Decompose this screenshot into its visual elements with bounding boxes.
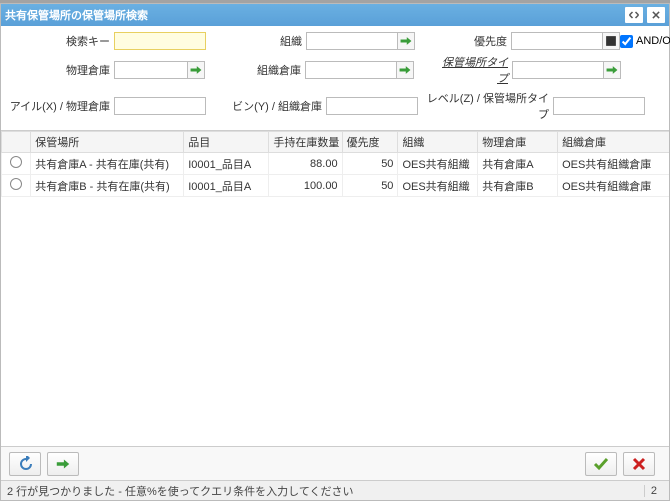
- row-radio[interactable]: [10, 178, 22, 190]
- aisle-label: アイル(X) / 物理倉庫: [9, 98, 114, 114]
- phys-wh-input[interactable]: [114, 61, 188, 79]
- search-key-input[interactable]: [114, 32, 206, 50]
- phys-wh-picker-icon[interactable]: [187, 61, 205, 79]
- col-org[interactable]: 組織: [398, 132, 478, 153]
- level-label: レベル(Z) / 保管場所タイプ: [418, 90, 553, 122]
- cell-qty: 100.00: [269, 175, 342, 197]
- org-wh-picker-icon[interactable]: [396, 61, 414, 79]
- col-priority[interactable]: 優先度: [342, 132, 398, 153]
- cell-org-wh: OES共有組織倉庫: [558, 153, 669, 175]
- cell-locator: 共有倉庫A - 共有在庫(共有): [31, 153, 184, 175]
- bin-input[interactable]: [326, 97, 418, 115]
- reset-button[interactable]: [47, 452, 79, 476]
- col-locator[interactable]: 保管場所: [31, 132, 184, 153]
- status-page: 2: [644, 485, 663, 497]
- dialog: 共有保管場所の保管場所検索 検索キー 組織 優先度 AND/OR: [0, 3, 670, 501]
- grid: 保管場所 品目 手持在庫数量 優先度 組織 物理倉庫 組織倉庫 保管場所タイプ …: [1, 130, 669, 470]
- andor-toggle[interactable]: AND/OR: [620, 35, 670, 48]
- col-phys-wh[interactable]: 物理倉庫: [478, 132, 558, 153]
- refresh-button[interactable]: [9, 452, 41, 476]
- andor-label: AND/OR: [636, 35, 670, 47]
- loc-type-label: 保管場所タイプ: [434, 54, 512, 86]
- search-area: 検索キー 組織 優先度 AND/OR 物理倉庫 組織倉庫: [1, 26, 669, 130]
- ok-button[interactable]: [585, 452, 617, 476]
- org-input[interactable]: [306, 32, 398, 50]
- loc-type-picker-icon[interactable]: [603, 61, 621, 79]
- org-label: 組織: [266, 33, 306, 49]
- grid-header-row: 保管場所 品目 手持在庫数量 優先度 組織 物理倉庫 組織倉庫 保管場所タイプ …: [2, 132, 670, 153]
- dialog-title: 共有保管場所の保管場所検索: [5, 7, 621, 23]
- cancel-button[interactable]: [623, 452, 655, 476]
- footer-bar: [1, 446, 669, 480]
- cell-org: OES共有組織: [398, 153, 478, 175]
- search-key-label: 検索キー: [9, 33, 114, 49]
- table-row[interactable]: 共有倉庫A - 共有在庫(共有)I0001_品目A88.0050OES共有組織共…: [2, 153, 670, 175]
- col-item[interactable]: 品目: [184, 132, 269, 153]
- org-wh-input[interactable]: [305, 61, 397, 79]
- priority-calc-icon[interactable]: [602, 32, 620, 50]
- cell-qty: 88.00: [269, 153, 342, 175]
- status-bar: 2 行が見つかりました - 任意%を使ってクエリ条件を入力してください 2: [1, 480, 669, 500]
- cell-phys-wh: 共有倉庫B: [478, 175, 558, 197]
- cell-phys-wh: 共有倉庫A: [478, 153, 558, 175]
- titlebar: 共有保管場所の保管場所検索: [1, 4, 669, 26]
- cell-item: I0001_品目A: [184, 175, 269, 197]
- col-qty[interactable]: 手持在庫数量: [269, 132, 342, 153]
- priority-label: 優先度: [465, 33, 511, 49]
- org-wh-label: 組織倉庫: [235, 62, 305, 78]
- priority-input[interactable]: [511, 32, 603, 50]
- phys-wh-label: 物理倉庫: [9, 62, 114, 78]
- org-picker-icon[interactable]: [397, 32, 415, 50]
- cell-priority: 50: [342, 153, 398, 175]
- bin-label: ビン(Y) / 組織倉庫: [216, 98, 326, 114]
- col-org-wh[interactable]: 組織倉庫: [558, 132, 669, 153]
- cell-org: OES共有組織: [398, 175, 478, 197]
- andor-checkbox[interactable]: [620, 35, 633, 48]
- expand-icon[interactable]: [625, 7, 643, 23]
- table-row[interactable]: 共有倉庫B - 共有在庫(共有)I0001_品目A100.0050OES共有組織…: [2, 175, 670, 197]
- cell-item: I0001_品目A: [184, 153, 269, 175]
- loc-type-input[interactable]: [512, 61, 604, 79]
- status-text: 2 行が見つかりました - 任意%を使ってクエリ条件を入力してください: [7, 483, 354, 499]
- row-radio[interactable]: [10, 156, 22, 168]
- cell-locator: 共有倉庫B - 共有在庫(共有): [31, 175, 184, 197]
- col-select[interactable]: [2, 132, 31, 153]
- cell-org-wh: OES共有組織倉庫: [558, 175, 669, 197]
- close-icon[interactable]: [647, 7, 665, 23]
- aisle-input[interactable]: [114, 97, 206, 115]
- cell-priority: 50: [342, 175, 398, 197]
- level-input[interactable]: [553, 97, 645, 115]
